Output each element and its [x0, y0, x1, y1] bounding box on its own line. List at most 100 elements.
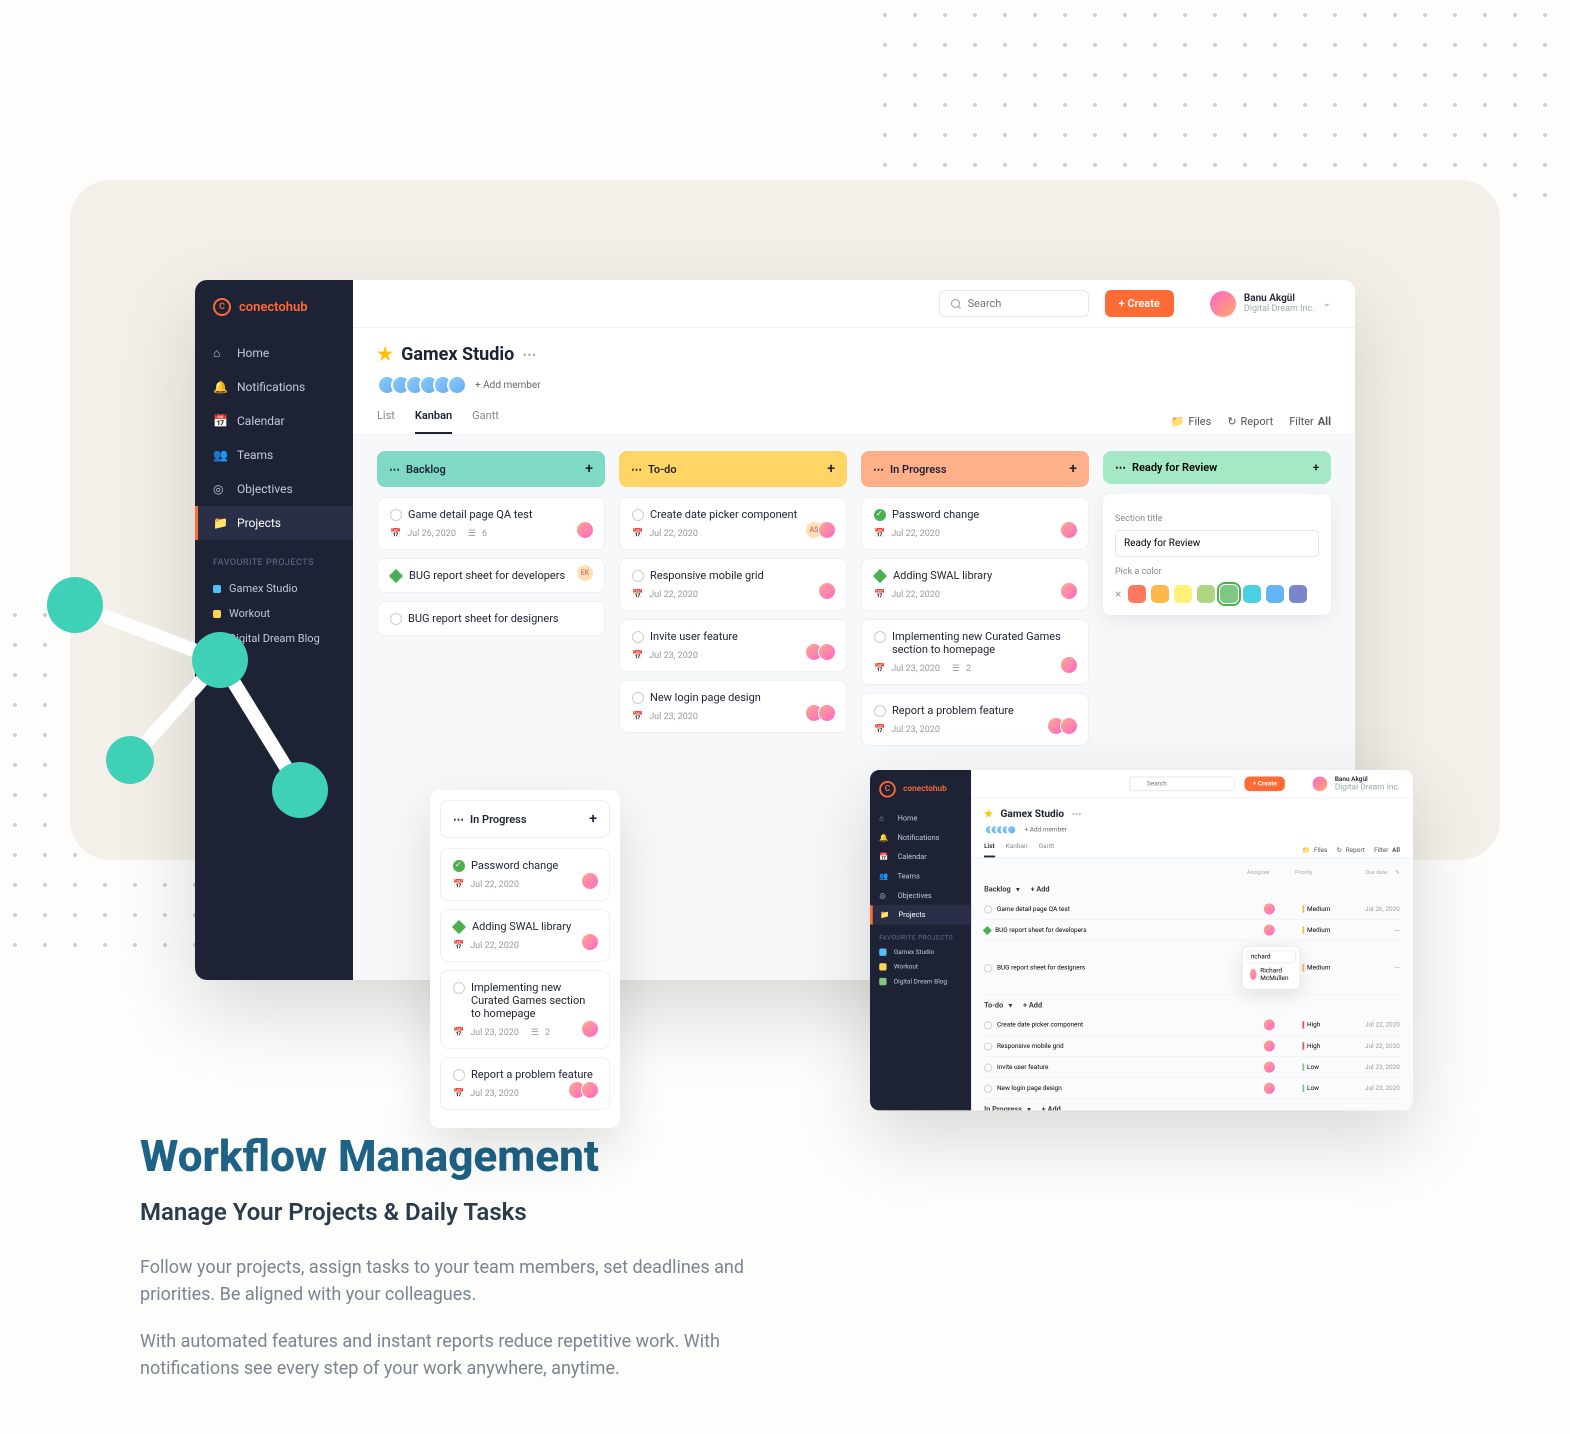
check-icon[interactable] [632, 692, 644, 704]
add-member-button[interactable]: + Add member [1025, 826, 1067, 833]
task-card[interactable]: Report a problem feature 📅Jul 23, 2020 [440, 1057, 610, 1110]
column-header[interactable]: ⋯ To-do + [619, 451, 847, 487]
tab-gantt[interactable]: Gantt [472, 409, 499, 434]
add-card-icon[interactable]: + [589, 811, 597, 827]
column-header[interactable]: ⋯ In Progress + [861, 451, 1089, 487]
task-card[interactable]: BUG report sheet for designers [377, 601, 605, 636]
color-swatch[interactable] [1220, 585, 1238, 603]
assignee-avatar-icon[interactable] [1264, 1040, 1275, 1051]
assignee-avatar-icon[interactable] [1264, 903, 1275, 914]
report-button[interactable]: ↻ Report [1337, 843, 1365, 858]
task-row[interactable]: Game detail page QA test Medium Jul 26, … [984, 899, 1400, 920]
tab-gantt[interactable]: Gantt [1039, 843, 1055, 858]
color-swatch[interactable] [1289, 585, 1307, 603]
sidebar-item-notifications[interactable]: 🔔Notifications [870, 828, 971, 847]
member-avatars[interactable] [984, 824, 1017, 835]
check-icon[interactable] [984, 1042, 992, 1050]
star-icon[interactable]: ★ [984, 808, 993, 820]
section-title-input[interactable] [1115, 530, 1319, 557]
more-icon[interactable]: ⋯ [631, 463, 642, 476]
filter-button[interactable]: Filter All [1374, 843, 1400, 858]
color-swatch[interactable] [1197, 585, 1215, 603]
close-icon[interactable]: × [1115, 587, 1121, 601]
task-card[interactable]: Invite user feature 📅Jul 23, 2020 [619, 619, 847, 672]
more-icon[interactable]: ⋯ [873, 463, 884, 476]
add-task-button[interactable]: + Add [1030, 885, 1049, 893]
sidebar-item-projects[interactable]: 📁Projects [870, 905, 971, 924]
check-icon[interactable] [390, 613, 402, 625]
add-card-icon[interactable]: + [1069, 461, 1077, 477]
check-done-icon[interactable] [453, 860, 465, 872]
files-button[interactable]: 📁 Files [1171, 409, 1212, 434]
check-icon[interactable] [984, 905, 992, 913]
sidebar-item-home[interactable]: ⌂Home [870, 809, 971, 828]
assignee-avatar-icon[interactable] [1264, 1083, 1275, 1094]
add-task-button[interactable]: + Add [1023, 1001, 1042, 1009]
more-icon[interactable]: ⋯ [1115, 461, 1126, 474]
task-row[interactable]: BUG report sheet for developers Medium -… [984, 920, 1400, 941]
task-card[interactable]: Implementing new Curated Games section t… [440, 970, 610, 1049]
task-card[interactable]: Create date picker component 📅Jul 22, 20… [619, 497, 847, 550]
task-card[interactable]: Game detail page QA test 📅Jul 26, 2020☰6 [377, 497, 605, 550]
favourite-project[interactable]: Workout [870, 960, 971, 975]
sidebar-item-objectives[interactable]: ◎Objectives [195, 472, 353, 506]
check-icon[interactable] [453, 982, 465, 994]
list-section-header[interactable]: To-do▾+ Add [984, 995, 1400, 1014]
color-swatch[interactable] [1128, 585, 1146, 603]
sidebar-item-objectives[interactable]: ◎Objectives [870, 886, 971, 905]
star-icon[interactable]: ★ [377, 344, 393, 365]
search-input[interactable] [939, 290, 1089, 317]
task-card[interactable]: Responsive mobile grid 📅Jul 22, 2020 [619, 558, 847, 611]
task-card[interactable]: New login page design 📅Jul 23, 2020 [619, 680, 847, 733]
favourite-project[interactable]: Digital Dream Blog [870, 974, 971, 989]
edit-icon[interactable]: ✎ [1387, 869, 1400, 875]
check-icon[interactable] [632, 570, 644, 582]
add-card-icon[interactable]: + [1313, 461, 1319, 474]
assignee-avatar-icon[interactable] [818, 582, 836, 600]
assignee-avatar-icon[interactable] [818, 704, 836, 722]
check-icon[interactable] [984, 1021, 992, 1029]
task-row[interactable]: Invite user feature Low Jul 23, 2020 [984, 1057, 1400, 1078]
add-task-button[interactable]: + Add [1042, 1105, 1061, 1111]
task-card[interactable]: Adding SWAL library 📅Jul 22, 2020 [440, 909, 610, 962]
tab-list[interactable]: List [984, 843, 995, 858]
task-card[interactable]: BUG report sheet for developers EK [377, 558, 605, 593]
assignee-avatar-icon[interactable] [1060, 521, 1078, 539]
assignee-avatar-icon[interactable] [576, 521, 594, 539]
column-header-in-progress[interactable]: ⋯ In Progress + [440, 800, 610, 838]
add-member-button[interactable]: + Add member [475, 380, 541, 391]
assignee-avatar-icon[interactable] [581, 933, 599, 951]
sidebar-item-calendar[interactable]: 📅Calendar [870, 847, 971, 866]
assignee-badge[interactable]: EK [576, 564, 594, 582]
check-icon[interactable] [632, 631, 644, 643]
brand-logo[interactable]: C conectohub [195, 298, 353, 336]
column-header[interactable]: ⋯ Backlog + [377, 451, 605, 487]
sidebar-item-teams[interactable]: 👥Teams [195, 438, 353, 472]
check-done-icon[interactable] [874, 509, 886, 521]
search-input[interactable] [1129, 776, 1235, 791]
tab-list[interactable]: List [377, 409, 395, 434]
task-card[interactable]: Password change 📅Jul 22, 2020 [440, 848, 610, 901]
sidebar-item-calendar[interactable]: 📅Calendar [195, 404, 353, 438]
check-icon[interactable] [632, 509, 644, 521]
task-card[interactable]: Adding SWAL library 📅Jul 22, 2020 [861, 558, 1089, 611]
more-icon[interactable]: ⋯ [1072, 808, 1082, 820]
sidebar-item-projects[interactable]: 📁Projects [195, 506, 353, 540]
assignee-avatar-icon[interactable] [1060, 582, 1078, 600]
column-header[interactable]: ⋯ Ready for Review + [1103, 451, 1331, 484]
assignee-avatar-icon[interactable] [1060, 717, 1078, 735]
assignee-dropdown[interactable]: Richard McMullen [1241, 946, 1301, 990]
color-swatch[interactable] [1266, 585, 1284, 603]
sidebar-item-home[interactable]: ⌂Home [195, 336, 353, 370]
check-icon[interactable] [390, 509, 402, 521]
brand-logo[interactable]: C conectohub [870, 781, 971, 809]
assignee-avatar-icon[interactable] [1264, 925, 1275, 936]
add-card-icon[interactable]: + [827, 461, 835, 477]
create-button[interactable]: + Create [1105, 290, 1174, 317]
more-icon[interactable]: ⋯ [453, 813, 464, 826]
color-swatch[interactable] [1151, 585, 1169, 603]
assignee-avatar-icon[interactable] [818, 521, 836, 539]
user-menu[interactable]: Banu Akgül Digital Dream Inc. ⌄ [1210, 291, 1331, 317]
report-button[interactable]: ↻ Report [1227, 409, 1273, 434]
sidebar-item-teams[interactable]: 👥Teams [870, 867, 971, 886]
